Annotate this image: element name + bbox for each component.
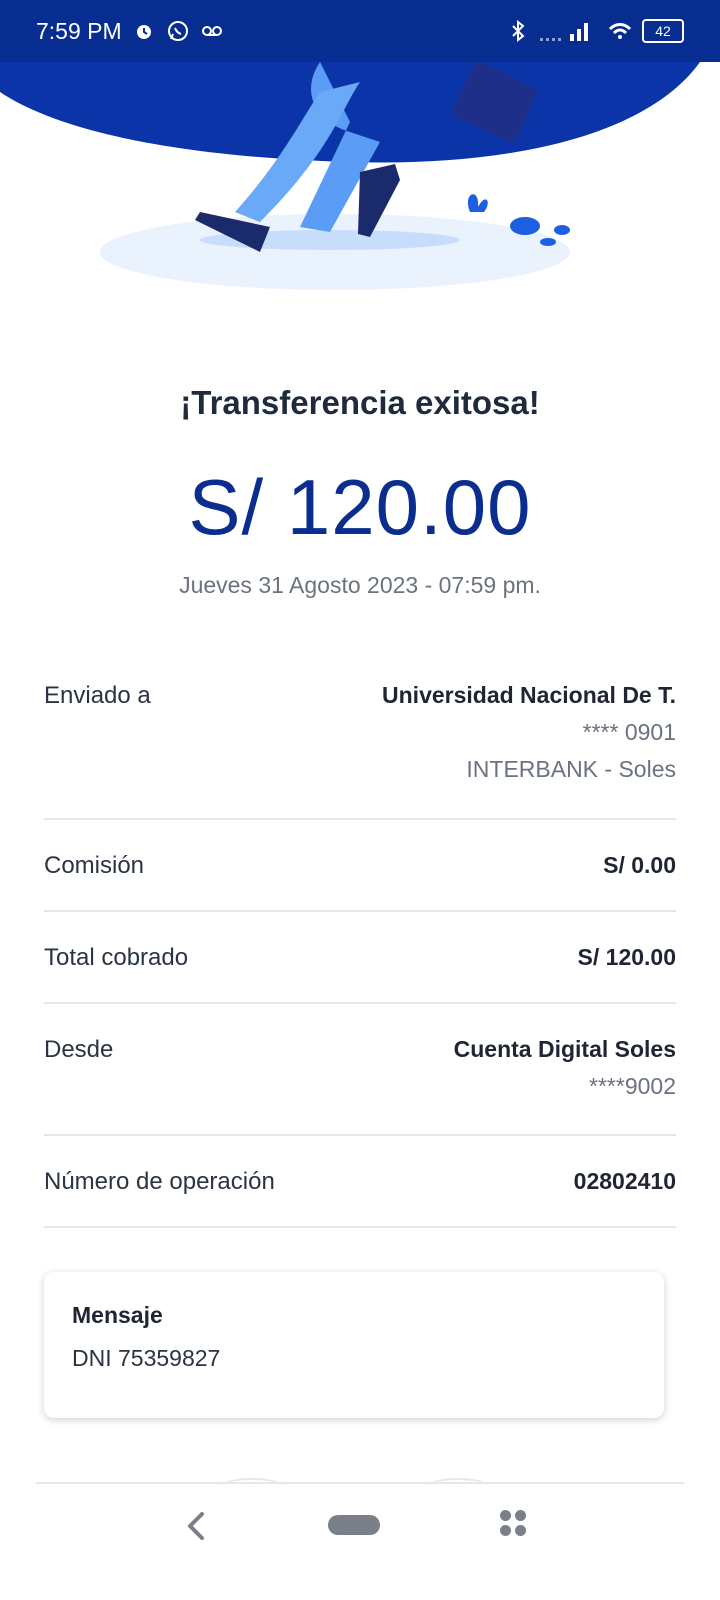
signal-icon — [540, 23, 588, 41]
from-account-number: ****9002 — [589, 1073, 676, 1099]
total-label: Total cobrado — [44, 944, 189, 971]
recipient-name: Universidad Nacional De T. — [382, 682, 676, 708]
message-card: Mensaje DNI 75359827 — [44, 1272, 664, 1418]
row-from: Desde Cuenta Digital Soles ****9002 — [44, 1004, 676, 1136]
transfer-details: Enviado a Universidad Nacional De T. ***… — [44, 660, 676, 1228]
commission-label: Comisión — [44, 852, 145, 879]
from-label: Desde — [44, 1036, 114, 1063]
row-commission: Comisión S/ 0.00 — [44, 820, 676, 912]
illustration-svg — [0, 62, 720, 290]
total-value: S/ 120.00 — [577, 944, 676, 970]
operation-label: Número de operación — [44, 1168, 275, 1195]
sent-to-label: Enviado a — [44, 682, 151, 709]
row-operation: Número de operación 02802410 — [44, 1136, 676, 1228]
recipient-bank: INTERBANK - Soles — [466, 756, 676, 782]
success-illustration — [0, 62, 720, 312]
status-time: 7:59 PM — [36, 17, 122, 44]
bluetooth-icon — [512, 19, 525, 43]
navigation-bar — [0, 1496, 720, 1600]
battery-icon: 42 — [642, 19, 684, 43]
action-button-peek[interactable] — [222, 1478, 282, 1494]
battery-level: 42 — [655, 23, 671, 39]
wifi-icon — [608, 23, 632, 39]
sent-to-value: Universidad Nacional De T. **** 0901 INT… — [382, 682, 676, 818]
home-button[interactable] — [328, 1515, 380, 1535]
back-icon[interactable] — [182, 1508, 212, 1544]
from-account-name: Cuenta Digital Soles — [453, 1036, 676, 1062]
alarm-icon — [136, 25, 151, 39]
success-title: ¡Transferencia exitosa! — [180, 384, 540, 421]
voicemail-icon — [201, 26, 222, 36]
transfer-datetime: Jueves 31 Agosto 2023 - 07:59 pm. — [179, 572, 541, 598]
status-left: 7:59 PM — [36, 18, 224, 45]
status-right: 42 — [506, 19, 684, 43]
recipient-account: **** 0901 — [582, 719, 676, 745]
row-total: Total cobrado S/ 120.00 — [44, 912, 676, 1004]
message-title: Mensaje — [72, 1302, 163, 1328]
operation-number: 02802410 — [573, 1168, 676, 1194]
whatsapp-icon — [167, 21, 188, 41]
row-sent-to: Enviado a Universidad Nacional De T. ***… — [44, 660, 676, 820]
bottom-divider — [36, 1482, 684, 1484]
message-body: DNI 75359827 — [72, 1345, 221, 1371]
commission-value: S/ 0.00 — [603, 852, 676, 878]
action-button-peek[interactable] — [428, 1478, 488, 1494]
recent-apps-icon[interactable] — [500, 1510, 526, 1536]
status-bar: 7:59 PM 42 — [0, 0, 720, 62]
transfer-amount: S/ 120.00 — [188, 463, 532, 551]
